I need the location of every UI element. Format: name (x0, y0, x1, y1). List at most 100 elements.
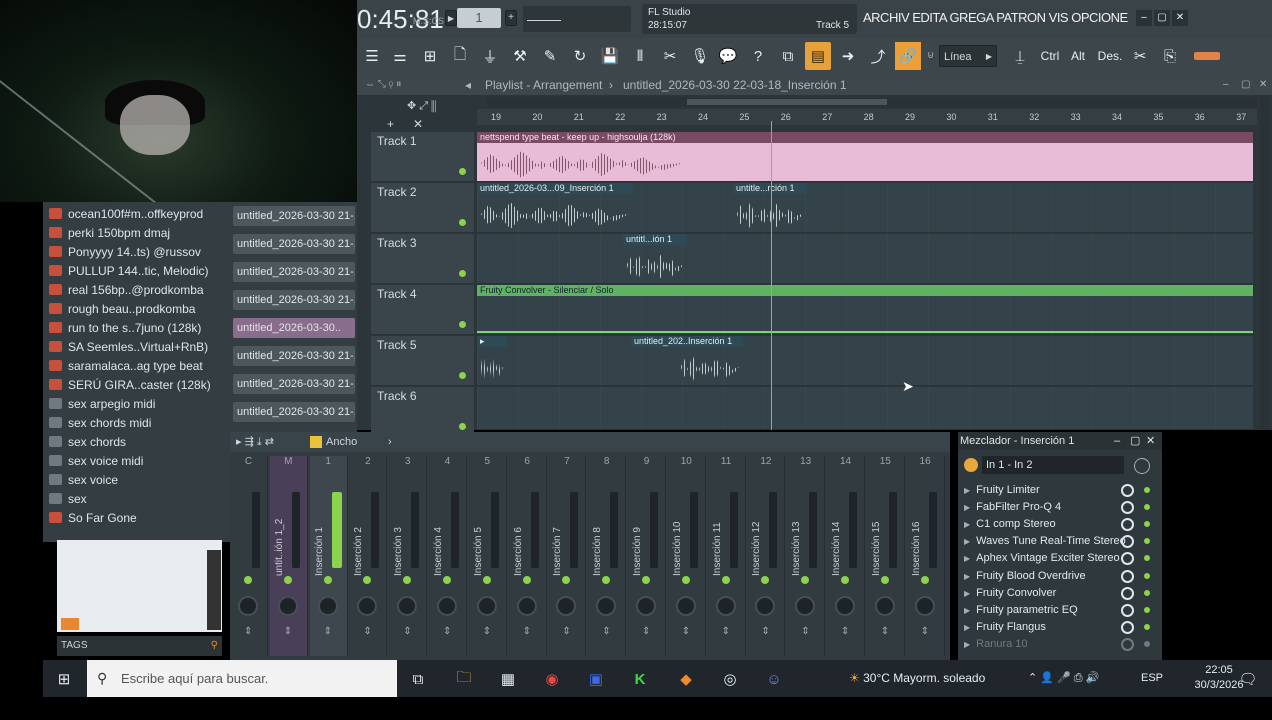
maximize-icon[interactable]: ▢ (1154, 10, 1170, 26)
track-header-1[interactable]: Track 1 (371, 132, 474, 182)
mute-led[interactable] (562, 576, 571, 584)
track-lane-3[interactable]: untitl...ión 1 (477, 234, 1253, 284)
brush-icon[interactable]: ✎ (537, 42, 563, 70)
slot-enable-led[interactable] (1144, 572, 1150, 579)
mixer-strip[interactable]: 8 Inserción 8 ⇕ (588, 456, 627, 656)
pan-knob[interactable] (755, 596, 776, 616)
volume-fader[interactable] (530, 492, 539, 568)
windows-start-icon[interactable]: ⊞ (51, 666, 77, 692)
pattern-item[interactable]: untitled_2026-03-30 21-... (233, 346, 355, 366)
microphone-icon[interactable]: 🎙 (687, 42, 713, 70)
slot-enable-led[interactable] (1144, 606, 1150, 613)
slot-arrow-icon[interactable]: ▶ (964, 537, 970, 546)
slot-arrow-icon[interactable]: ▶ (964, 503, 970, 512)
track-lane-1[interactable]: nettspend type beat - keep up - highsoul… (477, 132, 1253, 182)
audio-clip[interactable]: untitled_2026-03...09_Inserción 1 (477, 183, 633, 232)
effect-slot[interactable]: ▶ FabFilter Pro-Q 4 (964, 499, 1156, 516)
pattern-item[interactable]: untitled_2026-03-30.. (233, 318, 355, 338)
vertical-scrollbar[interactable] (1260, 95, 1270, 430)
audio-clip[interactable]: nettspend type beat - keep up - highsoul… (477, 132, 1253, 181)
browser-file-item[interactable]: saramalaca..ag type beat (49, 357, 224, 376)
close-icon[interactable]: ✕ (1146, 432, 1155, 450)
route-arrows-icon[interactable]: ⇕ (324, 626, 332, 637)
volume-fader[interactable] (291, 492, 300, 568)
maximize-icon[interactable]: ▢ (1241, 75, 1250, 95)
effect-slot[interactable]: ▶ Fruity Convolver (964, 585, 1156, 602)
route-arrows-icon[interactable]: ⇕ (403, 626, 411, 637)
mixer-strip[interactable]: 5 Inserción 5 ⇕ (469, 456, 507, 656)
slot-arrow-icon[interactable]: ▶ (964, 606, 970, 615)
obs-icon[interactable]: ◎ (717, 666, 743, 692)
browser-file-item[interactable]: sex (49, 490, 224, 509)
route-arrows-icon[interactable]: ⇕ (284, 626, 292, 637)
effect-slot[interactable]: ▶ Fruity Limiter (964, 482, 1156, 499)
mix-knob[interactable] (1121, 569, 1134, 583)
effect-slot[interactable]: ▶ Waves Tune Real-Time Stereo (964, 533, 1156, 550)
volume-fader[interactable] (570, 492, 579, 568)
tempo-field[interactable]: 1 (457, 8, 501, 28)
track-led[interactable] (459, 168, 466, 175)
menu-icon[interactable]: ☰ (359, 42, 385, 70)
route-arrows-icon[interactable]: ⇕ (562, 626, 570, 637)
volume-fader[interactable] (610, 492, 619, 568)
save-icon[interactable]: 💾 (597, 42, 623, 70)
pan-knob[interactable] (795, 596, 816, 616)
slot-enable-led[interactable] (1144, 487, 1150, 493)
route-arrows-icon[interactable]: ⇕ (761, 626, 769, 637)
chat-icon[interactable]: 💬 (715, 42, 741, 70)
slot-enable-led[interactable] (1144, 623, 1150, 630)
volume-fader[interactable] (689, 492, 698, 568)
playlist-scrollbar[interactable] (487, 97, 1257, 107)
browser-file-item[interactable]: Ponyyyy 14..ts) @russov (49, 243, 224, 262)
volume-fader[interactable] (371, 492, 380, 568)
track-led[interactable] (459, 270, 466, 277)
close-icon[interactable]: ✕ (1259, 75, 1267, 95)
route-arrows-icon[interactable]: ⇕ (244, 626, 252, 637)
scissors-icon[interactable]: ✂ (1127, 42, 1153, 70)
slot-arrow-icon[interactable]: ▶ (964, 486, 970, 495)
browser-file-item[interactable]: sex chords midi (49, 414, 224, 433)
browser-file-item[interactable]: ocean100f#m..offkeyprod (49, 205, 224, 224)
mixer-strip[interactable]: 13 Inserción 13 ⇕ (787, 456, 826, 656)
maximize-icon[interactable]: ▢ (1130, 432, 1140, 450)
mixer-strip[interactable]: 1 Inserción 1 ⇕ (309, 456, 348, 656)
route-arrows-icon[interactable]: ⇕ (801, 626, 809, 637)
pan-knob[interactable] (715, 596, 736, 616)
track-led[interactable] (459, 321, 466, 328)
plugin-icon[interactable]: ⏚ (477, 42, 503, 70)
mute-led[interactable] (642, 576, 650, 584)
color-swatch[interactable] (1189, 42, 1225, 70)
browser-file-item[interactable]: real 156bp..@prodkomba (49, 281, 224, 300)
ctrl-key[interactable]: Ctrl (1037, 42, 1063, 70)
discord-icon[interactable]: ☺ (761, 666, 787, 692)
mute-led[interactable] (801, 576, 810, 584)
pan-knob[interactable] (238, 596, 258, 616)
cut-tool-icon[interactable]: ✂ (657, 42, 683, 70)
mix-knob[interactable] (1121, 637, 1134, 651)
input-select[interactable]: In 1 - In 2 (982, 456, 1124, 474)
volume-fader[interactable] (928, 492, 937, 568)
alt-key[interactable]: Alt (1065, 42, 1091, 70)
track-lane-2[interactable]: untitled_2026-03...09_Inserción 1 untitl… (477, 183, 1253, 233)
browser-file-item[interactable]: PULLUP 144..tic, Melodic) (49, 262, 224, 281)
mixer-strip[interactable]: 6 Inserción 6 ⇕ (509, 456, 547, 656)
pan-knob[interactable] (476, 596, 497, 616)
mute-led[interactable] (681, 576, 690, 584)
effect-slot[interactable]: ▶ Fruity Flangus (964, 619, 1156, 636)
pan-knob[interactable] (277, 596, 298, 616)
route-arrows-icon[interactable]: ⇕ (642, 626, 650, 637)
volume-fader[interactable] (849, 492, 857, 568)
weather-widget[interactable]: ☀ 30°C Mayorm. soleado (849, 660, 985, 697)
mix-knob[interactable] (1121, 484, 1134, 497)
browser-file-item[interactable]: rough beau..prodkomba (49, 300, 224, 319)
mixer-strip[interactable]: 9 Inserción 9 ⇕ (628, 456, 666, 656)
magnet-icon[interactable]: ⊍ (927, 50, 934, 61)
mixer-strip[interactable]: C ⇕ (230, 456, 268, 656)
pan-knob[interactable] (516, 596, 537, 616)
track-lane-6[interactable] (477, 387, 1253, 430)
loop-icon[interactable]: ↻ (567, 42, 593, 70)
track-header-2[interactable]: Track 2 (371, 183, 474, 233)
mix-knob[interactable] (1121, 535, 1134, 549)
audio-clip[interactable]: untitl...ión 1 (623, 234, 687, 283)
track-header-5[interactable]: Track 5 (371, 336, 474, 386)
